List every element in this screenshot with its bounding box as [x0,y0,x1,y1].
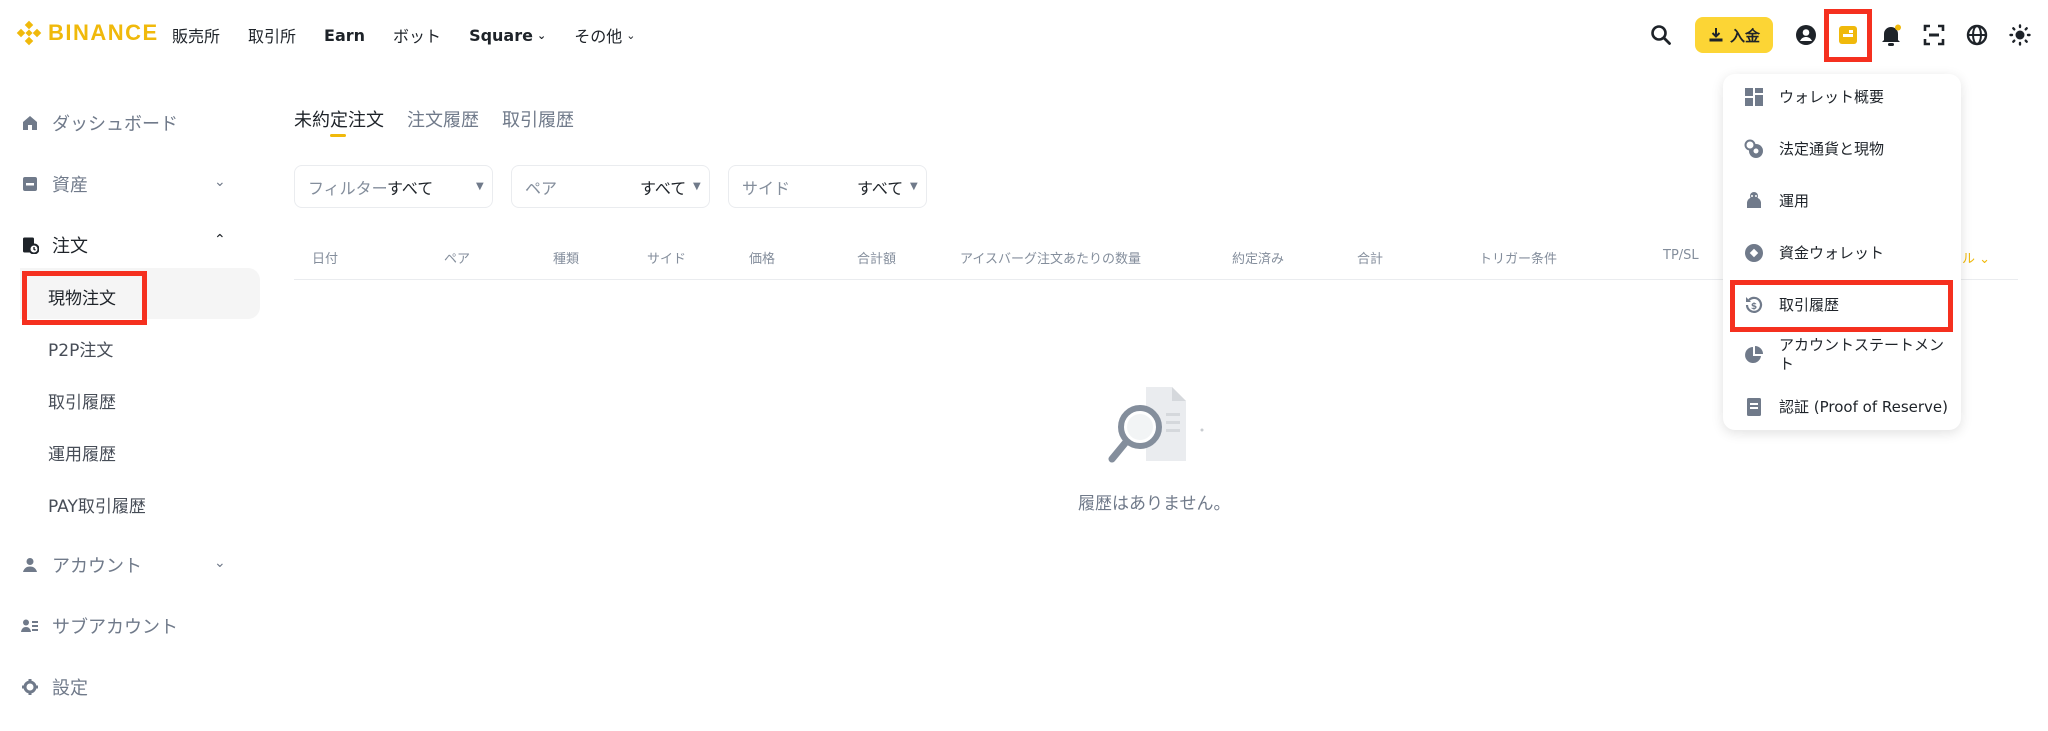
sub-item-label: 運用履歴 [48,445,116,465]
column-header-date: 日付 [312,252,339,267]
wallet-dropdown-menu: ウォレット概要 法定通貨と現物 運用 資金ウォレット $ 取引履歴 アカウントス… [1723,74,1961,430]
sidebar-item-account[interactable]: アカウント [20,552,142,578]
wallet-icon [20,174,40,194]
sub-item-p2p-orders[interactable]: P2P注文 [48,336,113,361]
sub-item-label: PAY取引履歴 [48,497,146,517]
tab-label: 未約定注文 [294,110,384,131]
fiat-spot-icon [1743,138,1765,160]
column-header-iceberg-qty: アイスバーグ注文あたりの数量 [960,252,1141,267]
piggy-icon [1743,190,1765,212]
menu-item-fiat-spot[interactable]: 法定通貨と現物 [1743,138,1953,160]
menu-item-wallet-overview[interactable]: ウォレット概要 [1743,86,1953,108]
no-records-icon [1108,385,1204,481]
account-icon[interactable] [1790,19,1822,51]
globe-icon[interactable] [1961,19,1993,51]
no-records-text: 履歴はありません。 [1078,494,1231,514]
sub-item-label: P2P注文 [48,341,114,361]
download-icon [1709,28,1723,42]
caret-down-icon: ▼ [910,181,918,192]
sidebar-item-dashboard[interactable]: ダッシュボード [20,110,178,136]
sidebar-item-label: 資産 [52,175,88,196]
chevron-down-icon: ⌄ [1979,252,1991,267]
active-tab-indicator [330,134,346,137]
sidebar-item-label: アカウント [52,556,142,577]
side-label: サイド [742,178,791,198]
highlight-box-trade-history [1730,280,1953,332]
filter-label: フィルター [308,178,388,198]
bell-icon[interactable] [1875,19,1907,51]
tab-label: 注文履歴 [407,110,479,131]
sidebar-item-label: サブアカウント [52,617,178,638]
pie-icon [1743,344,1765,366]
sidebar-item-settings[interactable]: 設定 [20,674,88,700]
cancel-all-label: ル [1962,252,1976,267]
column-header-type: 種類 [553,252,580,267]
chevron-down-icon[interactable]: ⌄ [214,174,226,190]
menu-item-label: 法定通貨と現物 [1779,139,1885,158]
column-header-filled: 約定済み [1232,252,1285,267]
order-icon [20,235,40,255]
side-value: すべて [857,178,904,198]
menu-item-label: 資金ウォレット [1779,243,1885,262]
menu-item-label: 運用 [1779,191,1810,210]
column-header-price: 価格 [749,252,776,267]
funding-icon [1743,242,1765,264]
column-header-trigger: トリガー条件 [1479,252,1558,267]
caret-down-icon: ▼ [693,181,701,192]
highlight-box-spot-orders [22,271,147,325]
pair-value: すべて [640,178,687,198]
chevron-up-icon[interactable]: ⌃ [214,232,226,248]
home-icon [20,113,40,133]
sub-item-trade-history[interactable]: 取引履歴 [48,388,116,413]
user-icon [20,555,40,575]
column-header-pair: ペア [444,252,471,267]
menu-item-label: 認証 (Proof of Reserve) [1779,397,1949,416]
sub-item-label: 取引履歴 [48,393,116,413]
scan-icon[interactable] [1918,19,1950,51]
pair-label: ペア [525,178,558,198]
top-navigation-bar: BINANCE 販売所 取引所 Earn ボット Square ⌄ その他 ⌄ 入金 [0,0,2048,70]
tab-trade-history[interactable]: 取引履歴 [502,106,574,132]
sidebar-item-label: 設定 [52,678,88,699]
sidebar-item-subaccount[interactable]: サブアカウント [20,613,178,639]
sidebar-item-label: ダッシュボード [52,114,178,135]
subaccount-icon [20,616,40,636]
grid-icon [1743,86,1765,108]
pair-select[interactable]: ペア すべて ▼ [511,165,710,208]
deposit-label: 入金 [1729,26,1760,45]
sub-item-pay-history[interactable]: PAY取引履歴 [48,492,146,517]
filter-value: すべて [387,178,434,198]
cancel-all-dropdown[interactable]: ル ⌄ [1962,248,1990,267]
menu-item-label: ウォレット概要 [1779,87,1885,106]
theme-icon[interactable] [2004,19,2036,51]
document-icon [1743,396,1765,418]
menu-item-earn[interactable]: 運用 [1743,190,1953,212]
menu-item-funding-wallet[interactable]: 資金ウォレット [1743,242,1953,264]
deposit-button[interactable]: 入金 [1695,17,1773,53]
column-header-amount: 合計額 [857,252,897,267]
search-icon[interactable] [1645,19,1677,51]
caret-down-icon: ▼ [476,181,484,192]
tab-open-orders[interactable]: 未約定注文 [294,106,384,132]
sub-item-earn-history[interactable]: 運用履歴 [48,440,116,465]
highlight-box-wallet [1824,9,1872,62]
filter-select[interactable]: フィルター すべて ▼ [294,165,493,208]
header-actions: 入金 [0,0,2048,70]
gear-icon [20,677,40,697]
menu-item-account-statement[interactable]: アカウントステートメント [1743,336,1953,374]
sidebar-item-orders[interactable]: 注文 [20,232,88,258]
tab-order-history[interactable]: 注文履歴 [407,106,479,132]
column-header-side: サイド [647,252,687,267]
menu-item-proof-of-reserve[interactable]: 認証 (Proof of Reserve) [1743,396,1953,418]
menu-item-label: アカウントステートメント [1779,336,1945,373]
sidebar-item-label: 注文 [52,236,88,257]
column-header-tpsl: TP/SL [1663,248,1699,263]
side-select[interactable]: サイド すべて ▼ [728,165,927,208]
sidebar-item-assets[interactable]: 資産 [20,171,88,197]
tab-label: 取引履歴 [502,110,574,131]
column-header-total: 合計 [1357,252,1384,267]
chevron-down-icon[interactable]: ⌄ [214,555,226,571]
